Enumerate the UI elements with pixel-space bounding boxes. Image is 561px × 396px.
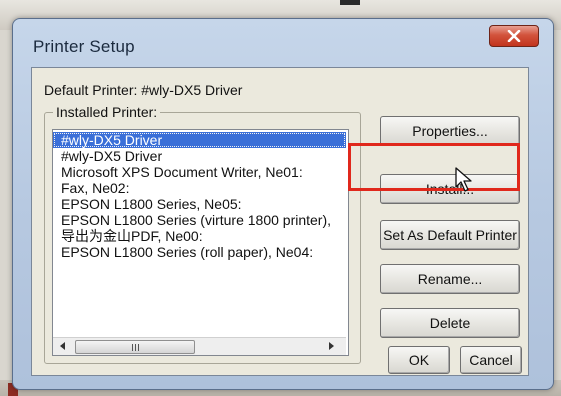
mouse-cursor-icon: [455, 167, 472, 192]
scroll-right-arrow-icon[interactable]: [326, 340, 338, 352]
installed-printer-group-label: Installed Printer:: [53, 104, 161, 120]
scroll-thumb[interactable]: [75, 340, 195, 354]
horizontal-scrollbar[interactable]: [53, 337, 346, 355]
list-item[interactable]: #wly-DX5 Driver: [53, 148, 346, 164]
list-item[interactable]: #wly-DX5 Driver: [53, 132, 346, 148]
install-highlight-box: [348, 143, 520, 191]
list-item[interactable]: Microsoft XPS Document Writer, Ne01:: [53, 164, 346, 180]
default-printer-label: Default Printer: #wly-DX5 Driver: [44, 82, 243, 98]
set-default-printer-button[interactable]: Set As Default Printer: [380, 220, 520, 250]
list-item[interactable]: EPSON L1800 Series, Ne05:: [53, 196, 346, 212]
printer-setup-dialog: Printer Setup Default Printer: #wly-DX5 …: [12, 18, 554, 390]
cancel-button[interactable]: Cancel: [460, 346, 522, 374]
dialog-client-area: Default Printer: #wly-DX5 Driver Install…: [31, 67, 529, 376]
photo-background-mark: [340, 0, 360, 5]
installed-printer-group: Installed Printer: #wly-DX5 Driver #wly-…: [44, 104, 361, 364]
ok-button[interactable]: OK: [388, 346, 450, 374]
rename-button[interactable]: Rename...: [380, 264, 520, 294]
dialog-title: Printer Setup: [33, 37, 135, 56]
delete-button[interactable]: Delete: [380, 308, 520, 338]
installed-printer-listbox[interactable]: #wly-DX5 Driver #wly-DX5 Driver Microsof…: [52, 129, 349, 356]
close-button[interactable]: [489, 25, 539, 47]
properties-button[interactable]: Properties...: [380, 116, 520, 146]
close-x-icon: [507, 30, 521, 42]
scroll-grip-icon: [131, 343, 139, 351]
list-item[interactable]: EPSON L1800 Series (roll paper), Ne04:: [53, 244, 346, 260]
list-item[interactable]: EPSON L1800 Series (virture 1800 printer…: [53, 212, 346, 228]
list-item[interactable]: 导出为金山PDF, Ne00:: [53, 228, 346, 244]
scroll-left-arrow-icon[interactable]: [57, 340, 69, 352]
list-item[interactable]: Fax, Ne02:: [53, 180, 346, 196]
